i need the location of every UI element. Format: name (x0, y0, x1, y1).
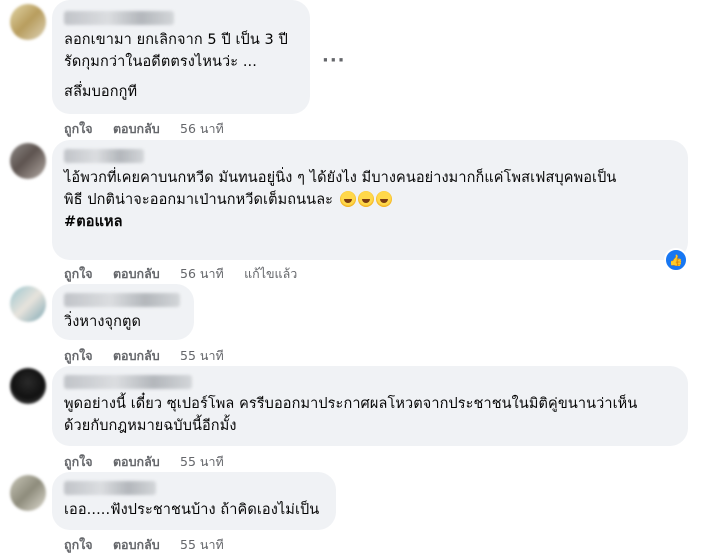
like-button[interactable]: ถูกใจ (64, 454, 93, 469)
comment-bubble: ลอกเขามา ยกเลิกจาก 5 ปี เป็น 3 ปี รัดกุม… (52, 0, 310, 114)
edited-label: แก้ไขแล้ว (244, 266, 298, 281)
comment-text-line: เออ.....ฟังประชาชนบ้าง ถ้าคิดเองไม่เป็น (64, 502, 320, 518)
comment-actions: ถูกใจ ตอบกลับ 55 นาที (64, 346, 240, 366)
commenter-name-redacted[interactable] (64, 481, 156, 495)
comment-text-line: สลึ่มบอกกูที (64, 84, 138, 100)
avatar[interactable] (10, 286, 46, 322)
reply-button[interactable]: ตอบกลับ (113, 348, 160, 363)
like-button[interactable]: ถูกใจ (64, 348, 93, 363)
like-button[interactable]: ถูกใจ (64, 121, 93, 136)
avatar[interactable] (10, 4, 46, 40)
reply-button[interactable]: ตอบกลับ (113, 121, 160, 136)
comment-timestamp[interactable]: 55 นาที (180, 537, 224, 552)
avatar[interactable] (10, 143, 46, 179)
comment-text-line: พิธี ปกติน่าจะออกมาเป่านกหวีดเต็มถนนละ (64, 189, 676, 211)
comment-bubble: วิ่งหางจุกตูด (52, 284, 194, 340)
comment-timestamp[interactable]: 56 นาที (180, 121, 224, 136)
comment-text-line: ไอ้พวกที่เคยคาบนกหวีด มันทนอยู่นิ่ง ๆ ได… (64, 170, 617, 186)
avatar[interactable] (10, 368, 46, 404)
hashtag-link[interactable]: #ตอแหล (64, 211, 676, 233)
comment-timestamp[interactable]: 55 นาที (180, 348, 224, 363)
like-button[interactable]: ถูกใจ (64, 537, 93, 552)
comment-text-line: ลอกเขามา ยกเลิกจาก 5 ปี เป็น 3 ปี (64, 32, 288, 48)
comment-text-line: พูดอย่างนี้ เดี๋ยว ซุเปอร์โพล ครรีบออกมา… (64, 396, 638, 412)
like-button[interactable]: ถูกใจ (64, 266, 93, 281)
comment-timestamp[interactable]: 56 นาที (180, 266, 224, 281)
more-options-icon[interactable]: ··· (322, 50, 346, 71)
comment-bubble: เออ.....ฟังประชาชนบ้าง ถ้าคิดเองไม่เป็น (52, 472, 336, 530)
reply-button[interactable]: ตอบกลับ (113, 454, 160, 469)
commenter-name-redacted[interactable] (64, 293, 180, 307)
comment-bubble: พูดอย่างนี้ เดี๋ยว ซุเปอร์โพล ครรีบออกมา… (52, 366, 688, 446)
comment-text-line: รัดกุมกว่าในอดีตตรงไหนว่ะ ... (64, 54, 257, 70)
commenter-name-redacted[interactable] (64, 11, 174, 25)
comment-text-line: ด้วยกับกฎหมายฉบับนี้อีกมั้ง (64, 418, 237, 434)
rolling-laughing-emoji-icon (357, 191, 374, 207)
comment-actions: ถูกใจ ตอบกลับ 55 นาที (64, 535, 240, 555)
reply-button[interactable]: ตอบกลับ (113, 266, 160, 281)
rolling-laughing-emoji-icon (339, 191, 356, 207)
comment-timestamp[interactable]: 55 นาที (180, 454, 224, 469)
comment-actions: ถูกใจ ตอบกลับ 56 นาที แก้ไขแล้ว (64, 264, 313, 284)
comment-actions: ถูกใจ ตอบกลับ 55 นาที (64, 452, 240, 472)
commenter-name-redacted[interactable] (64, 375, 192, 389)
comment-text-line: วิ่งหางจุกตูด (64, 314, 142, 330)
comment-bubble: ไอ้พวกที่เคยคาบนกหวีด มันทนอยู่นิ่ง ๆ ได… (52, 140, 688, 260)
avatar[interactable] (10, 475, 46, 511)
like-reaction-icon[interactable]: 👍 (664, 248, 688, 272)
reply-button[interactable]: ตอบกลับ (113, 537, 160, 552)
rolling-laughing-emoji-icon (375, 191, 392, 207)
commenter-name-redacted[interactable] (64, 149, 144, 163)
comment-actions: ถูกใจ ตอบกลับ 56 นาที (64, 119, 240, 139)
comment-text-fragment: พิธี ปกติน่าจะออกมาเป่านกหวีดเต็มถนนละ (64, 192, 334, 208)
